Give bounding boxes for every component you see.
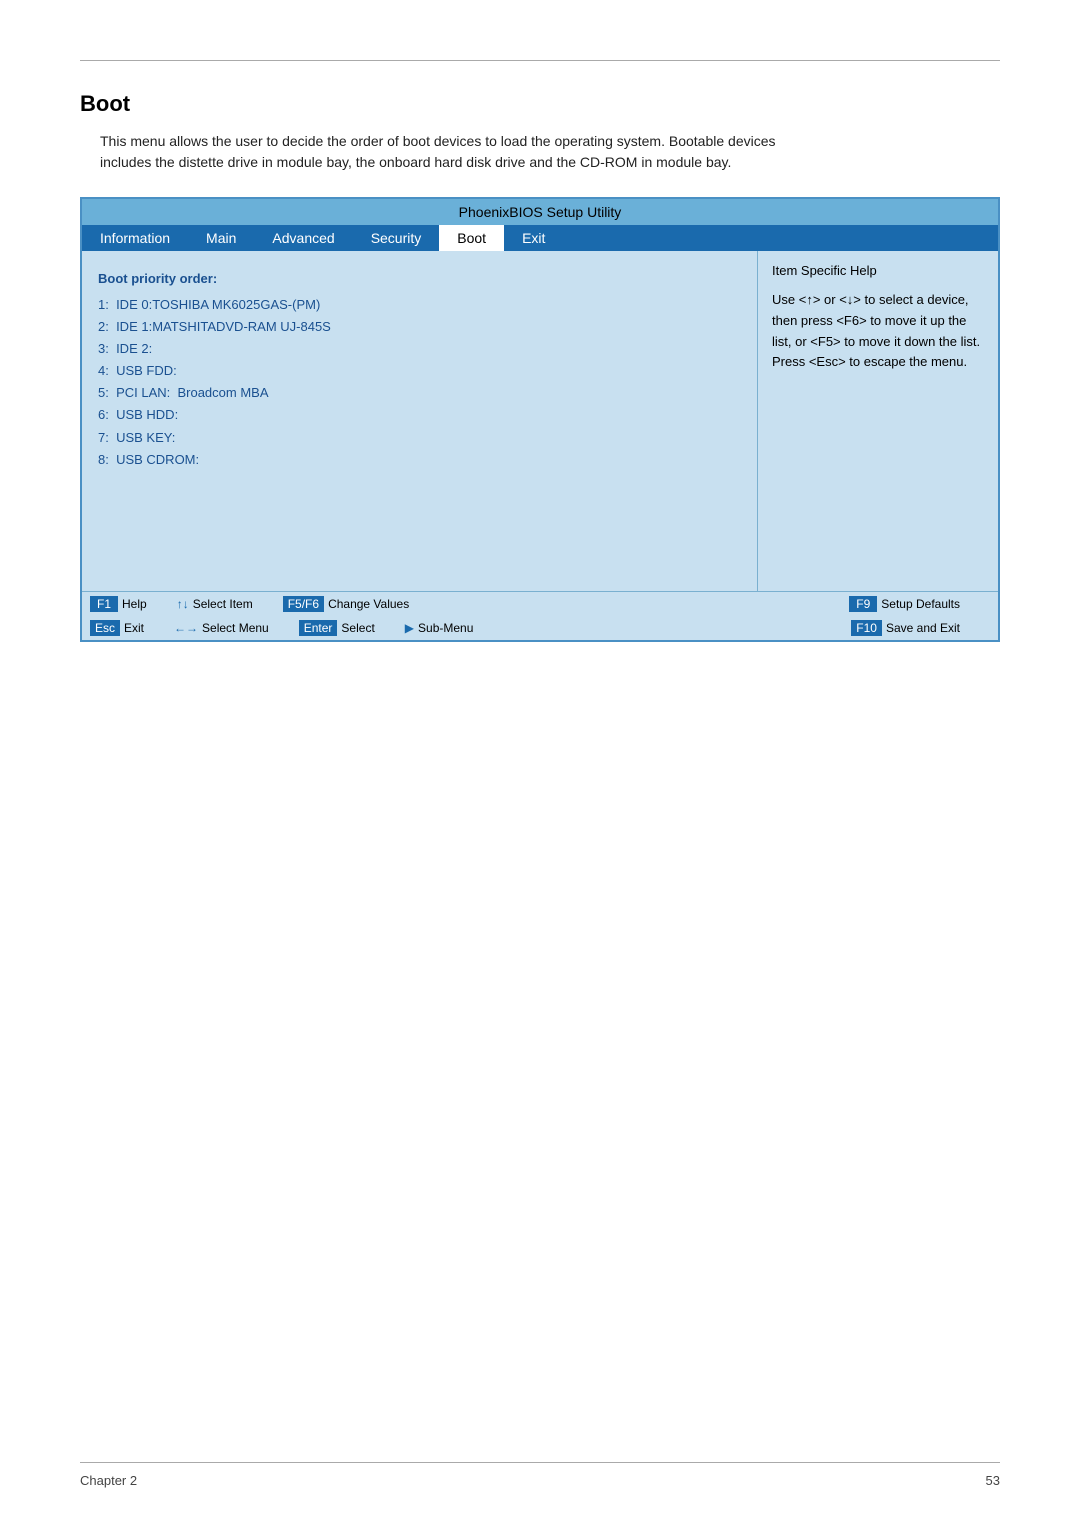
bios-box: PhoenixBIOS Setup Utility Information Ma… [80, 197, 1000, 642]
boot-priority-label: Boot priority order: [98, 271, 741, 286]
boot-item-1-value: TOSHIBA MK6025GAS-(PM) [152, 294, 320, 316]
f1-badge: F1 [90, 596, 118, 612]
section-description: This menu allows the user to decide the … [100, 131, 1000, 173]
menu-item-exit[interactable]: Exit [504, 225, 563, 251]
submenu-arrow: ▶ [405, 621, 414, 635]
boot-item-6[interactable]: 6: USB HDD: [98, 404, 741, 426]
f5f6-badge: F5/F6 [283, 596, 324, 612]
desc-line2: includes the distette drive in module ba… [100, 154, 731, 170]
boot-item-6-num: 6: USB HDD: [98, 404, 178, 426]
boot-item-3-num: 3: IDE 2: [98, 338, 152, 360]
boot-item-8[interactable]: 8: USB CDROM: [98, 449, 741, 471]
boot-item-2[interactable]: 2: IDE 1: MATSHITADVD-RAM UJ-845S [98, 316, 741, 338]
f9-badge: F9 [849, 596, 877, 612]
boot-item-3[interactable]: 3: IDE 2: [98, 338, 741, 360]
boot-item-8-num: 8: USB CDROM: [98, 449, 199, 471]
bios-key-bar: F1 Help ↑↓ Select Item F5/F6 Change Valu… [82, 591, 998, 640]
menu-item-information[interactable]: Information [82, 225, 188, 251]
bios-content: Boot priority order: 1: IDE 0: TOSHIBA M… [82, 251, 998, 591]
select-label: Select [341, 621, 374, 635]
f1-label: Help [122, 597, 147, 611]
updown-arrow: ↑↓ [177, 597, 189, 611]
enter-badge: Enter [299, 620, 338, 636]
submenu-label: Sub-Menu [418, 621, 473, 635]
desc-line1: This menu allows the user to decide the … [100, 133, 776, 149]
bios-menu-bar: Information Main Advanced Security Boot … [82, 225, 998, 251]
menu-item-security[interactable]: Security [353, 225, 440, 251]
help-text: Use <↑> or <↓> to select a device, then … [772, 290, 984, 373]
footer-chapter: Chapter 2 [80, 1473, 137, 1488]
f10-badge: F10 [851, 620, 882, 636]
boot-item-7-num: 7: USB KEY: [98, 427, 175, 449]
help-title: Item Specific Help [772, 263, 984, 278]
boot-item-4[interactable]: 4: USB FDD: [98, 360, 741, 382]
footer-page-num: 53 [986, 1473, 1000, 1488]
bios-help-panel: Item Specific Help Use <↑> or <↓> to sel… [758, 251, 998, 591]
menu-item-boot[interactable]: Boot [439, 225, 504, 251]
select-menu-label: Select Menu [202, 621, 269, 635]
boot-item-7[interactable]: 7: USB KEY: [98, 427, 741, 449]
select-item-label: Select Item [193, 597, 253, 611]
bios-main-panel: Boot priority order: 1: IDE 0: TOSHIBA M… [82, 251, 758, 591]
key-row-2: Esc Exit ←→ Select Menu Enter Select ▶ S… [82, 616, 998, 640]
bios-title-bar: PhoenixBIOS Setup Utility [82, 199, 998, 225]
change-values-label: Change Values [328, 597, 409, 611]
page-footer: Chapter 2 53 [80, 1462, 1000, 1488]
esc-badge: Esc [90, 620, 120, 636]
boot-item-2-value: MATSHITADVD-RAM UJ-845S [152, 316, 331, 338]
key-row-1: F1 Help ↑↓ Select Item F5/F6 Change Valu… [82, 592, 998, 616]
page-title: Boot [80, 91, 1000, 117]
boot-item-5-num: 5: PCI LAN: [98, 382, 170, 404]
esc-label: Exit [124, 621, 144, 635]
boot-item-5[interactable]: 5: PCI LAN: Broadcom MBA [98, 382, 741, 404]
setup-defaults-label: Setup Defaults [881, 597, 960, 611]
boot-item-1[interactable]: 1: IDE 0: TOSHIBA MK6025GAS-(PM) [98, 294, 741, 316]
boot-item-2-num: 2: IDE 1: [98, 316, 152, 338]
menu-item-main[interactable]: Main [188, 225, 254, 251]
boot-item-4-num: 4: USB FDD: [98, 360, 177, 382]
boot-item-5-value: Broadcom MBA [170, 382, 268, 404]
boot-item-1-num: 1: IDE 0: [98, 294, 152, 316]
leftright-arrow: ←→ [174, 621, 198, 635]
menu-item-advanced[interactable]: Advanced [254, 225, 352, 251]
save-exit-label: Save and Exit [886, 621, 960, 635]
top-rule [80, 60, 1000, 61]
